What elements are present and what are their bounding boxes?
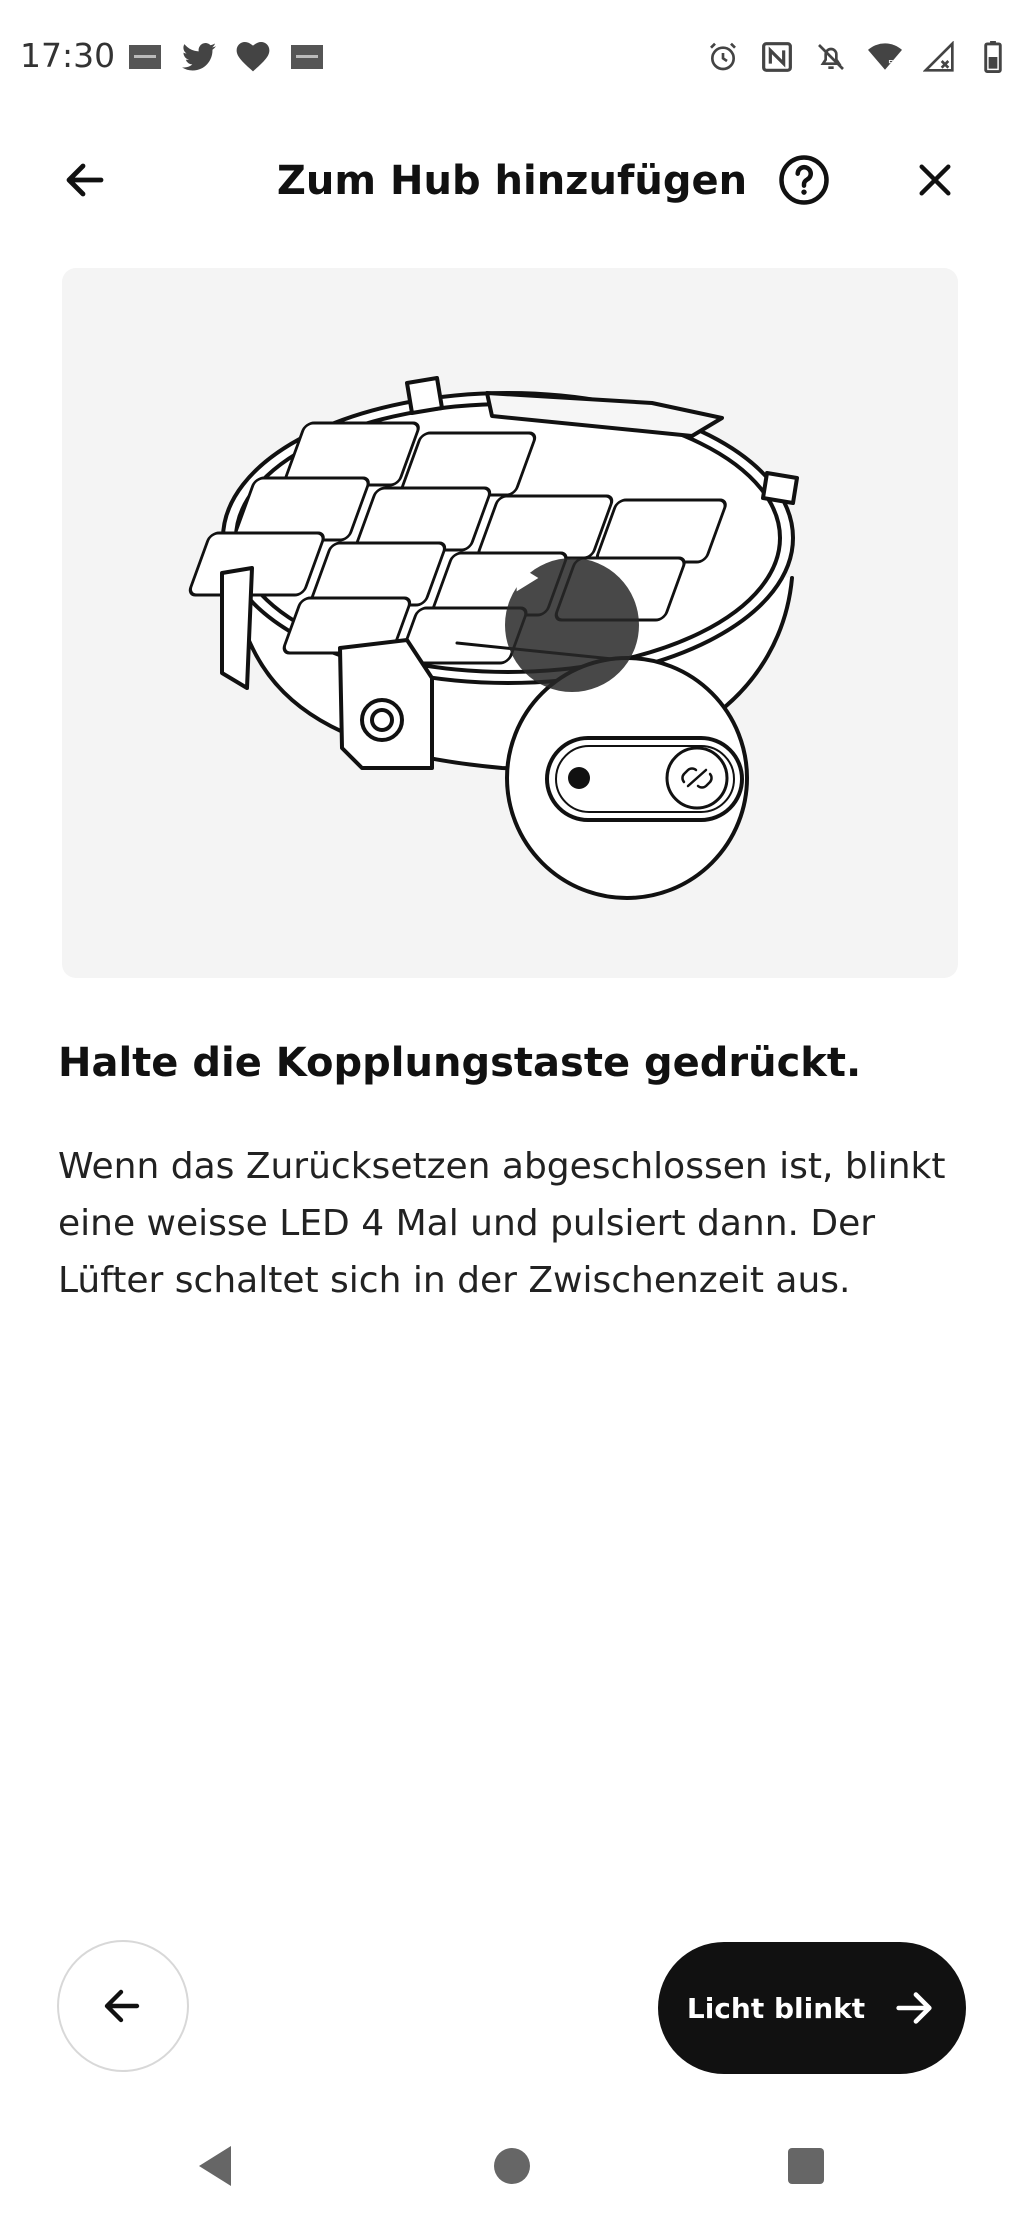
heart-icon bbox=[236, 40, 270, 74]
play-icon bbox=[516, 564, 539, 592]
close-button[interactable] bbox=[895, 140, 975, 220]
system-navigation-bar bbox=[0, 2110, 1024, 2219]
nav-home-button[interactable] bbox=[482, 2138, 542, 2194]
page-title: Zum Hub hinzufügen bbox=[276, 158, 748, 204]
sonos-app-icon bbox=[290, 40, 324, 74]
circle-home-icon bbox=[494, 2148, 530, 2184]
play-button[interactable] bbox=[505, 558, 639, 692]
wifi-icon: 5 bbox=[868, 40, 902, 74]
system-icons: 5 bbox=[706, 40, 1010, 74]
triangle-back-icon bbox=[199, 2146, 231, 2186]
status-bar: 17:30 5 bbox=[0, 0, 1024, 115]
help-button[interactable] bbox=[764, 140, 844, 220]
top-app-bar: Zum Hub hinzufügen bbox=[0, 140, 1024, 220]
notification-icons bbox=[128, 40, 324, 74]
previous-step-button[interactable] bbox=[57, 1940, 189, 2072]
instruction-video[interactable] bbox=[62, 268, 958, 978]
wifi-label: 5 bbox=[888, 59, 894, 70]
battery-icon bbox=[976, 40, 1010, 74]
arrow-left-icon bbox=[104, 1989, 140, 2023]
nfc-icon bbox=[760, 40, 794, 74]
bell-off-icon bbox=[814, 40, 848, 74]
step-heading: Halte die Kopplungstaste gedrückt. bbox=[58, 1040, 862, 1086]
close-icon bbox=[919, 164, 951, 196]
nav-recents-button[interactable] bbox=[776, 2138, 836, 2194]
arrow-right-icon bbox=[896, 1992, 932, 2024]
signal-icon bbox=[922, 40, 956, 74]
nav-back-button[interactable] bbox=[185, 2138, 245, 2194]
status-time: 17:30 bbox=[20, 36, 116, 75]
alarm-icon bbox=[706, 40, 740, 74]
step-description: Wenn das Zurücksetzen abgeschlossen ist,… bbox=[58, 1146, 946, 1301]
next-step-button[interactable]: Licht blinkt bbox=[658, 1942, 966, 2074]
screen: 17:30 5 Zum Hub hinzufügen Halte die Kop… bbox=[0, 0, 1024, 2219]
sonos-app-icon bbox=[128, 40, 162, 74]
square-recents-icon bbox=[788, 2148, 824, 2184]
question-circle-icon bbox=[779, 155, 829, 205]
next-step-label: Licht blinkt bbox=[686, 1991, 866, 2025]
twitter-icon bbox=[182, 40, 216, 74]
